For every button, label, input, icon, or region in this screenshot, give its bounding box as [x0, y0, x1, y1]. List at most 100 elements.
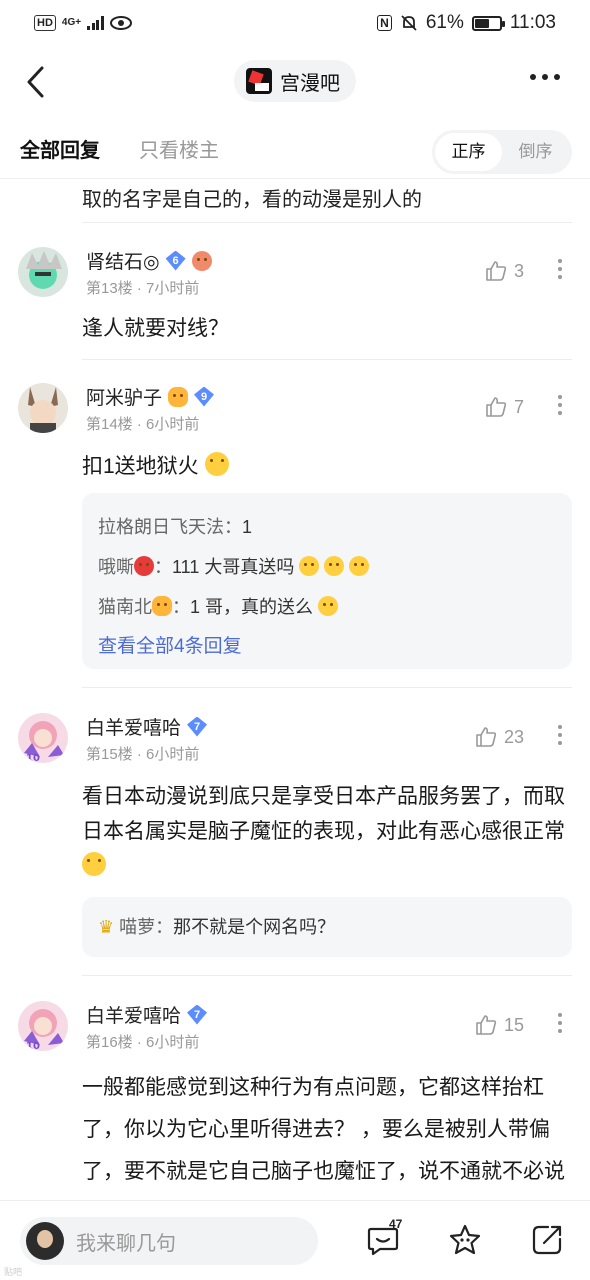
sub-reply-author[interactable]: 哦嘶: [98, 557, 134, 577]
floor-number: 第16楼: [86, 1034, 133, 1051]
back-arrow-icon[interactable]: [22, 64, 52, 100]
svg-text:10: 10: [26, 1041, 40, 1051]
floor-number: 第15楼: [86, 746, 133, 763]
reply-content: 扣1送地狱火: [82, 449, 570, 484]
crown-icon: ♛: [98, 917, 115, 937]
reply-content: 一般都能感觉到这种行为有点问题，它都这样抬杠了，你以为它心里听得进去？ ，要么是…: [82, 1076, 565, 1183]
forum-pill[interactable]: 宫漫吧: [234, 60, 356, 102]
separator: ：: [154, 557, 172, 577]
reply-meta: 第14楼 · 6小时前: [86, 416, 200, 433]
avatar[interactable]: 10: [18, 713, 68, 763]
sub-reply-author[interactable]: 喵萝：: [119, 917, 173, 937]
level-badge: 6: [165, 250, 186, 271]
reply-input-placeholder: 我来聊几句: [76, 1232, 176, 1255]
avatar[interactable]: 10: [18, 1001, 68, 1051]
sort-order-toggle: 正序 倒序: [432, 130, 572, 174]
avatar[interactable]: [18, 383, 68, 433]
like-button[interactable]: 15: [474, 1013, 524, 1037]
status-bar: HD 4G+ N 61% 11:03: [0, 0, 590, 46]
shy-emoji-icon: [324, 556, 345, 576]
sub-reply[interactable]: 哦嘶 ：111 大哥真送吗: [98, 547, 556, 587]
order-desc-button[interactable]: 倒序: [502, 133, 569, 171]
tab-owner-only[interactable]: 只看楼主: [139, 134, 219, 163]
signal-icon: [87, 16, 104, 30]
star-icon[interactable]: [448, 1223, 482, 1257]
reply-menu-icon[interactable]: [558, 725, 562, 745]
bell-muted-icon: [401, 15, 417, 31]
separator: ：: [172, 597, 190, 617]
sub-reply-text: 1 哥，真的送么: [190, 597, 314, 617]
reply-menu-icon[interactable]: [558, 259, 562, 279]
sub-reply-author[interactable]: 拉格朗日飞天法：: [98, 517, 242, 537]
forum-logo: [246, 68, 272, 94]
view-all-replies-link[interactable]: 查看全部4条回复: [98, 627, 556, 667]
reply-meta: 第15楼 · 6小时前: [86, 746, 200, 763]
svg-text:10: 10: [26, 753, 40, 763]
forum-name: 宫漫吧: [280, 72, 340, 95]
username-row: 白羊爱嘻哈 7: [86, 1001, 208, 1028]
floor-number: 第14楼: [86, 416, 133, 433]
reply-text: 扣1送地狱火: [82, 455, 199, 478]
like-count: 15: [503, 1014, 524, 1035]
level-badge: 7: [187, 716, 208, 737]
hd-icon: HD: [34, 15, 56, 31]
angry-emoji-icon: [134, 556, 154, 576]
nav-bar: 宫漫吧: [0, 52, 590, 112]
post-time: 7小时前: [146, 280, 200, 297]
reply-content: 看日本动漫说到底只是享受日本产品服务罢了，而取日本名属实是脑子魔怔的表现，对此有…: [82, 779, 570, 884]
sub-reply-text: 那不就是个网名吗？: [173, 917, 336, 937]
share-icon[interactable]: [530, 1223, 564, 1257]
sub-reply[interactable]: ♛ 喵萝：那不就是个网名吗？: [98, 907, 556, 947]
reply-tabs: 全部回复 只看楼主 正序 倒序: [0, 128, 590, 176]
sub-reply[interactable]: 猫南北 ：1 哥，真的送么: [98, 587, 556, 627]
more-options-icon[interactable]: [530, 74, 560, 80]
thumbs-up-icon: [476, 727, 497, 747]
clock: 11:03: [509, 12, 556, 33]
divider: [82, 222, 572, 223]
previous-reply-text: 取的名字是自己的，看的动漫是别人的: [82, 189, 422, 211]
avatar[interactable]: [18, 247, 68, 297]
fan-badge-icon: [191, 250, 212, 271]
shy-emoji-icon: [349, 556, 370, 576]
like-count: 7: [513, 396, 524, 417]
reply-menu-icon[interactable]: [558, 395, 562, 415]
reply-meta: 第16楼 · 6小时前: [86, 1034, 200, 1051]
battery-icon: [471, 15, 505, 31]
sub-replies-box[interactable]: 拉格朗日飞天法：1 哦嘶 ：111 大哥真送吗 猫南北 ：1 哥，真的送么 查看全部…: [82, 493, 572, 669]
battery-percent: 61%: [425, 12, 464, 33]
battery-fill: [474, 18, 490, 28]
nfc-icon: N: [377, 15, 392, 31]
like-button[interactable]: 7: [484, 395, 524, 419]
eye-icon: [109, 16, 132, 30]
smile-emoji-icon: [318, 596, 339, 616]
like-button[interactable]: 23: [474, 725, 524, 749]
username[interactable]: 阿米驴子: [86, 383, 162, 410]
sub-reply[interactable]: 拉格朗日飞天法：1: [98, 507, 556, 547]
sub-reply-text: 111 大哥真送吗: [172, 557, 295, 577]
like-count: 3: [513, 260, 524, 281]
level-badge: 9: [194, 386, 215, 407]
reply-input[interactable]: 我来聊几句: [20, 1217, 318, 1265]
floor-number: 第13楼: [86, 280, 133, 297]
shy-emoji-icon: [299, 556, 320, 576]
sub-reply-author[interactable]: 猫南北: [98, 597, 152, 617]
post-time: 6小时前: [146, 1034, 200, 1051]
tiger-emoji-icon: [168, 386, 189, 407]
like-button[interactable]: 3: [484, 259, 524, 283]
comment-count-badge: 47: [389, 1217, 403, 1231]
thumbs-up-icon: [486, 397, 507, 417]
reply-menu-icon[interactable]: [558, 1013, 562, 1033]
tab-all-replies[interactable]: 全部回复: [20, 134, 100, 163]
username[interactable]: 白羊爱嘻哈: [86, 713, 181, 740]
reply-content: 逢人就要对线？: [82, 317, 229, 340]
username[interactable]: 白羊爱嘻哈: [86, 1001, 181, 1028]
tiger-emoji-icon: [152, 596, 172, 616]
username[interactable]: 肾结石◎: [86, 247, 160, 274]
sub-replies-box[interactable]: ♛ 喵萝：那不就是个网名吗？: [82, 897, 572, 957]
reply-text: 看日本动漫说到底只是享受日本产品服务罢了，而取日本名属实是脑子魔怔的表现，对此有…: [82, 785, 565, 843]
order-asc-button[interactable]: 正序: [435, 133, 502, 171]
username-row: 肾结石◎ 6: [86, 247, 212, 274]
reply-feed[interactable]: 取的名字是自己的，看的动漫是别人的 肾结石◎ 6 第13楼 · 7小时前 3 逢…: [0, 178, 590, 1200]
username-row: 阿米驴子 9: [86, 383, 215, 410]
network-type: 4G+: [61, 17, 82, 28]
